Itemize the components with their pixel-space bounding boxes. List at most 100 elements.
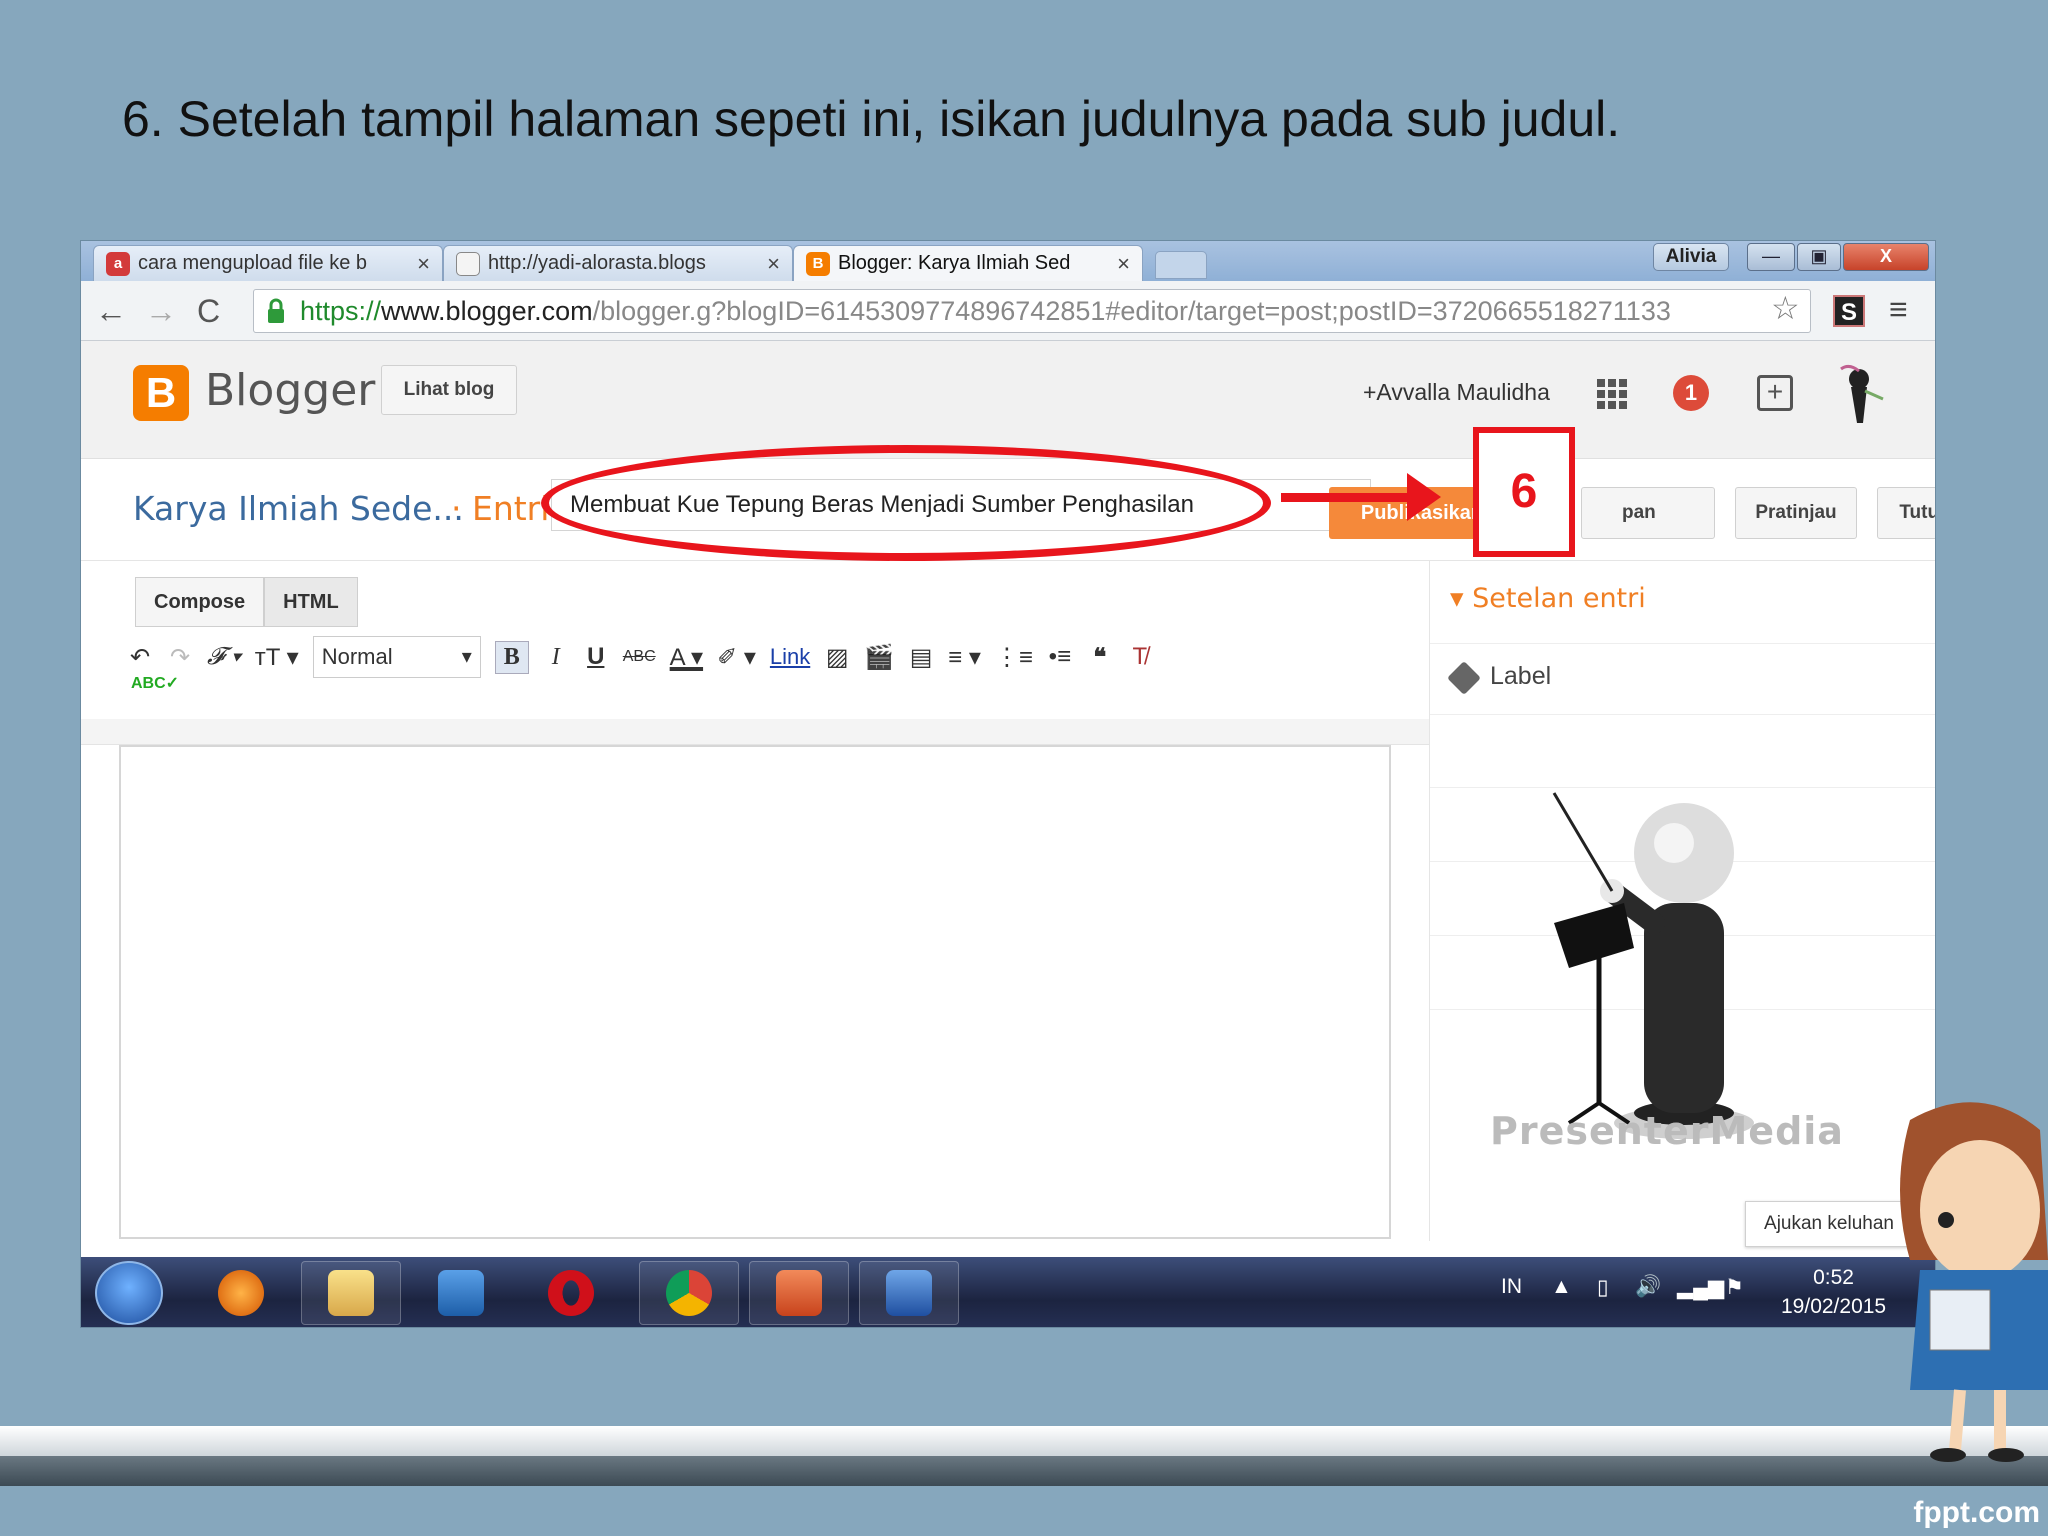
numbered-list-icon[interactable]: ⋮≡ (995, 643, 1033, 672)
chrome-taskbar-icon[interactable] (639, 1261, 739, 1325)
apps-grid-icon[interactable] (1597, 379, 1627, 409)
label-setting-text: Label (1490, 662, 1552, 690)
preview-button[interactable]: Pratinjau (1735, 487, 1857, 539)
insert-video-icon[interactable]: 🎬 (864, 643, 894, 672)
opera-taskbar-icon[interactable] (521, 1261, 621, 1325)
slide-footer-band (0, 1426, 2048, 1456)
browser-toolbar: ← → C https://www.blogger.com/blogger.g?… (81, 281, 1935, 341)
post-body-editor[interactable] (119, 745, 1391, 1239)
start-button[interactable] (95, 1261, 163, 1325)
slide-title: 6. Setelah tampil halaman sepeti ini, is… (122, 91, 1621, 147)
view-blog-button[interactable]: Lihat blog (381, 365, 517, 415)
word-taskbar-icon[interactable] (859, 1261, 959, 1325)
annotation-ellipse (541, 445, 1271, 561)
align-icon[interactable]: ≡ ▾ (948, 643, 981, 672)
browser-tab-2[interactable]: http://yadi-alorasta.blogs × (443, 245, 793, 281)
new-tab-button[interactable] (1155, 251, 1207, 279)
tab-html[interactable]: HTML (264, 577, 358, 627)
remove-formatting-icon[interactable]: T̸ (1127, 643, 1153, 671)
back-icon[interactable]: ← (95, 293, 127, 330)
network-signal-icon[interactable]: ▂▄▆ (1677, 1275, 1724, 1300)
explorer-taskbar-icon[interactable] (301, 1261, 401, 1325)
url-path: /blogger.g?blogID=6145309774896742851#ed… (592, 296, 1671, 326)
extension-icon[interactable]: S (1833, 295, 1865, 327)
tab-label: http://yadi-alorasta.blogs (488, 252, 706, 274)
italic-icon[interactable]: I (543, 644, 569, 671)
redo-icon[interactable]: ↷ (167, 643, 193, 672)
tab-close-icon[interactable]: × (757, 251, 780, 277)
media-player-taskbar-icon[interactable] (411, 1261, 511, 1325)
bold-icon[interactable]: B (494, 640, 529, 674)
tab-close-icon[interactable]: × (1107, 251, 1130, 277)
browser-screenshot: a cara mengupload file ke b × http://yad… (80, 240, 1936, 1328)
strikethrough-icon[interactable]: ABC (623, 648, 656, 666)
spellcheck-icon[interactable]: ABC✓ (131, 673, 179, 693)
tag-icon (1447, 661, 1481, 695)
windows-taskbar: IN ▲ ▯ 🔊 ▂▄▆ ⚑ 0:52 19/02/2015 (81, 1257, 1935, 1327)
font-family-icon[interactable]: 𝓕 ▾ (207, 644, 241, 671)
powerpoint-taskbar-icon[interactable] (749, 1261, 849, 1325)
step-number-callout: 6 (1473, 427, 1575, 557)
insert-link-button[interactable]: Link (770, 644, 810, 670)
share-plus-icon[interactable]: + (1757, 375, 1793, 411)
action-center-flag-icon[interactable]: ⚑ (1725, 1275, 1744, 1300)
tab-label: Blogger: Karya Ilmiah Sed (838, 252, 1071, 274)
profile-button[interactable]: Alivia (1653, 243, 1729, 271)
minimize-button[interactable]: — (1747, 243, 1795, 271)
battery-icon[interactable]: ▯ (1597, 1275, 1609, 1300)
annotation-arrowhead (1407, 473, 1441, 521)
toolbar-divider (81, 719, 1429, 745)
tab-compose[interactable]: Compose (135, 577, 265, 627)
undo-icon[interactable]: ↶ (127, 643, 153, 672)
close-post-button[interactable]: Tutup (1877, 487, 1935, 539)
browser-tab-1[interactable]: a cara mengupload file ke b × (93, 245, 443, 281)
input-language-indicator[interactable]: IN (1501, 1275, 1522, 1299)
blogger-wordmark[interactable]: Blogger (205, 365, 375, 416)
show-hidden-icons-icon[interactable]: ▲ (1551, 1275, 1572, 1299)
quote-icon[interactable]: ❝ (1087, 643, 1113, 672)
volume-icon[interactable]: 🔊 (1635, 1275, 1661, 1299)
blogger-favicon-icon: B (806, 251, 830, 276)
font-size-icon[interactable]: тT ▾ (255, 643, 299, 672)
avatar[interactable] (1829, 361, 1889, 425)
address-bar[interactable]: https://www.blogger.com/blogger.g?blogID… (253, 289, 1811, 333)
ask-favicon-icon: a (106, 251, 130, 276)
save-button[interactable]: pan (1581, 487, 1715, 539)
conductor-figure-image (1552, 792, 1754, 1139)
bookmark-star-icon[interactable]: ☆ (1771, 289, 1800, 327)
text-color-icon[interactable]: A ▾ (670, 643, 703, 672)
forward-icon[interactable]: → (145, 293, 177, 330)
window-close-button[interactable]: X (1843, 243, 1929, 271)
browser-tab-blogger[interactable]: B Blogger: Karya Ilmiah Sed × (793, 245, 1143, 281)
menu-icon[interactable]: ≡ (1889, 291, 1908, 328)
slide-footer-bar (0, 1456, 2048, 1486)
paragraph-format-select[interactable]: Normal (312, 636, 481, 678)
label-setting-row[interactable]: Label (1430, 643, 1935, 715)
entry-label: · Entri (451, 489, 550, 528)
lock-icon (268, 298, 284, 323)
maximize-button[interactable]: ▣ (1797, 243, 1841, 271)
blog-title[interactable]: Karya Ilmiah Sede... (133, 489, 464, 528)
page-favicon-icon (456, 251, 480, 276)
underline-icon[interactable]: U (583, 643, 609, 671)
insert-image-icon[interactable]: ▨ (824, 643, 850, 672)
blogger-header: B Blogger Lihat blog +Avvalla Maulidha 1… (81, 341, 1935, 459)
cartoon-girl-illustration (1900, 1102, 2048, 1462)
bulleted-list-icon[interactable]: •≡ (1047, 643, 1073, 671)
fppt-brand-logo: fppt.com (1913, 1496, 2040, 1529)
firefox-taskbar-icon[interactable] (191, 1261, 291, 1325)
user-name-link[interactable]: +Avvalla Maulidha (1363, 379, 1550, 406)
blogger-logo-icon[interactable]: B (133, 365, 189, 421)
post-settings-header[interactable]: ▾ Setelan entri (1450, 583, 1646, 614)
presentermedia-watermark: PresenterMedia (1490, 1109, 1844, 1153)
editor-toolbar: ↶ ↷ 𝓕 ▾ тT ▾ Normal B I U ABC A ▾ ✐ ▾ Li… (127, 629, 1427, 685)
editor-mode-tabs: Compose HTML (135, 577, 358, 627)
reload-icon[interactable]: C (197, 293, 220, 330)
insert-jump-break-icon[interactable]: ▤ (908, 643, 934, 672)
url-scheme: https:// (300, 296, 382, 326)
tab-close-icon[interactable]: × (407, 251, 430, 277)
notification-badge[interactable]: 1 (1673, 375, 1709, 411)
post-settings-title: Setelan entri (1472, 583, 1646, 614)
tab-label: cara mengupload file ke b (138, 252, 368, 274)
highlight-color-icon[interactable]: ✐ ▾ (717, 643, 756, 672)
